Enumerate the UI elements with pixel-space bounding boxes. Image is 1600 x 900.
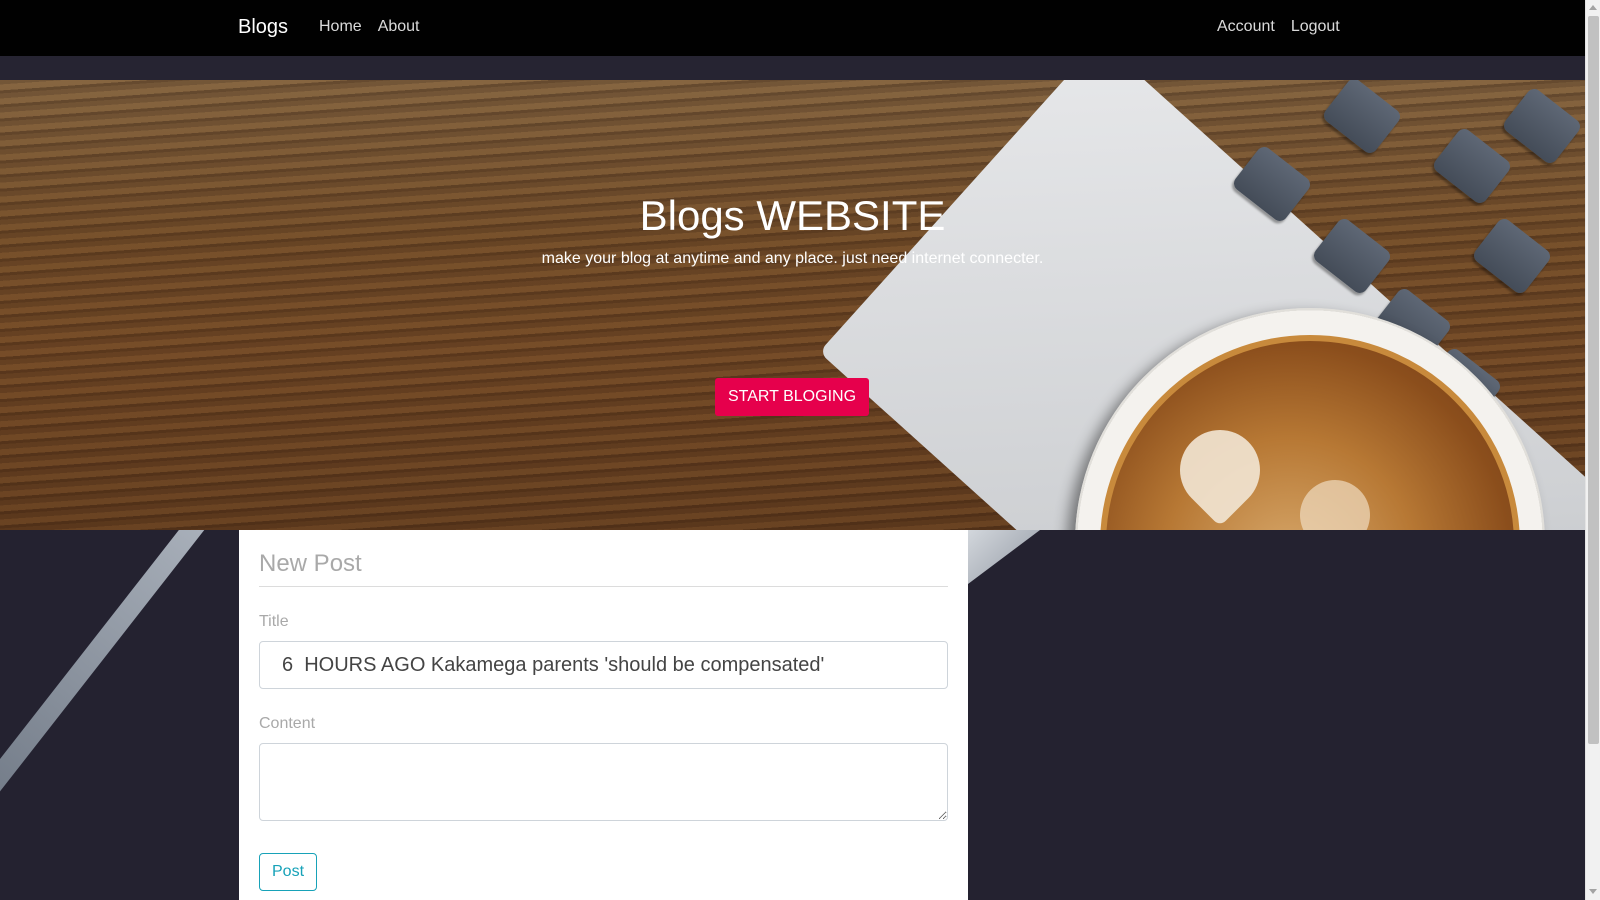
keyboard-key <box>1320 80 1404 157</box>
new-post-heading: New Post <box>259 550 948 587</box>
new-post-card: New Post Title Content Post <box>239 530 968 900</box>
hero-banner: Blogs WEBSITE make your blog at anytime … <box>0 80 1585 530</box>
start-blogging-button[interactable]: START BLOGING <box>715 378 869 416</box>
background-decor <box>0 530 228 832</box>
hero-subtitle: make your blog at anytime and any place.… <box>541 250 1044 267</box>
post-button[interactable]: Post <box>259 853 318 891</box>
title-input[interactable] <box>259 641 948 689</box>
page-scrollbar[interactable] <box>1585 0 1600 900</box>
brand-link[interactable]: Blogs <box>238 16 288 39</box>
nav-about-link[interactable]: About <box>378 18 420 36</box>
scroll-up-icon[interactable] <box>1589 5 1597 10</box>
nav-account-link[interactable]: Account <box>1217 18 1275 36</box>
keyboard-key <box>1500 85 1584 167</box>
content-textarea[interactable] <box>259 743 948 821</box>
title-label: Title <box>259 613 289 630</box>
nav-logout-link[interactable]: Logout <box>1291 18 1340 36</box>
nav-left-group: Home About <box>319 18 420 36</box>
navbar-under-strip <box>0 56 1585 80</box>
content-label: Content <box>259 715 316 732</box>
scrollbar-thumb[interactable] <box>1588 16 1599 744</box>
nav-home-link[interactable]: Home <box>319 18 362 36</box>
top-navbar: Blogs Home About Account Logout <box>0 0 1585 56</box>
background-decor <box>960 530 1040 590</box>
scroll-down-icon[interactable] <box>1589 889 1597 894</box>
nav-right-group: Account Logout <box>1217 18 1340 36</box>
hero-title: Blogs WEBSITE <box>639 192 946 239</box>
